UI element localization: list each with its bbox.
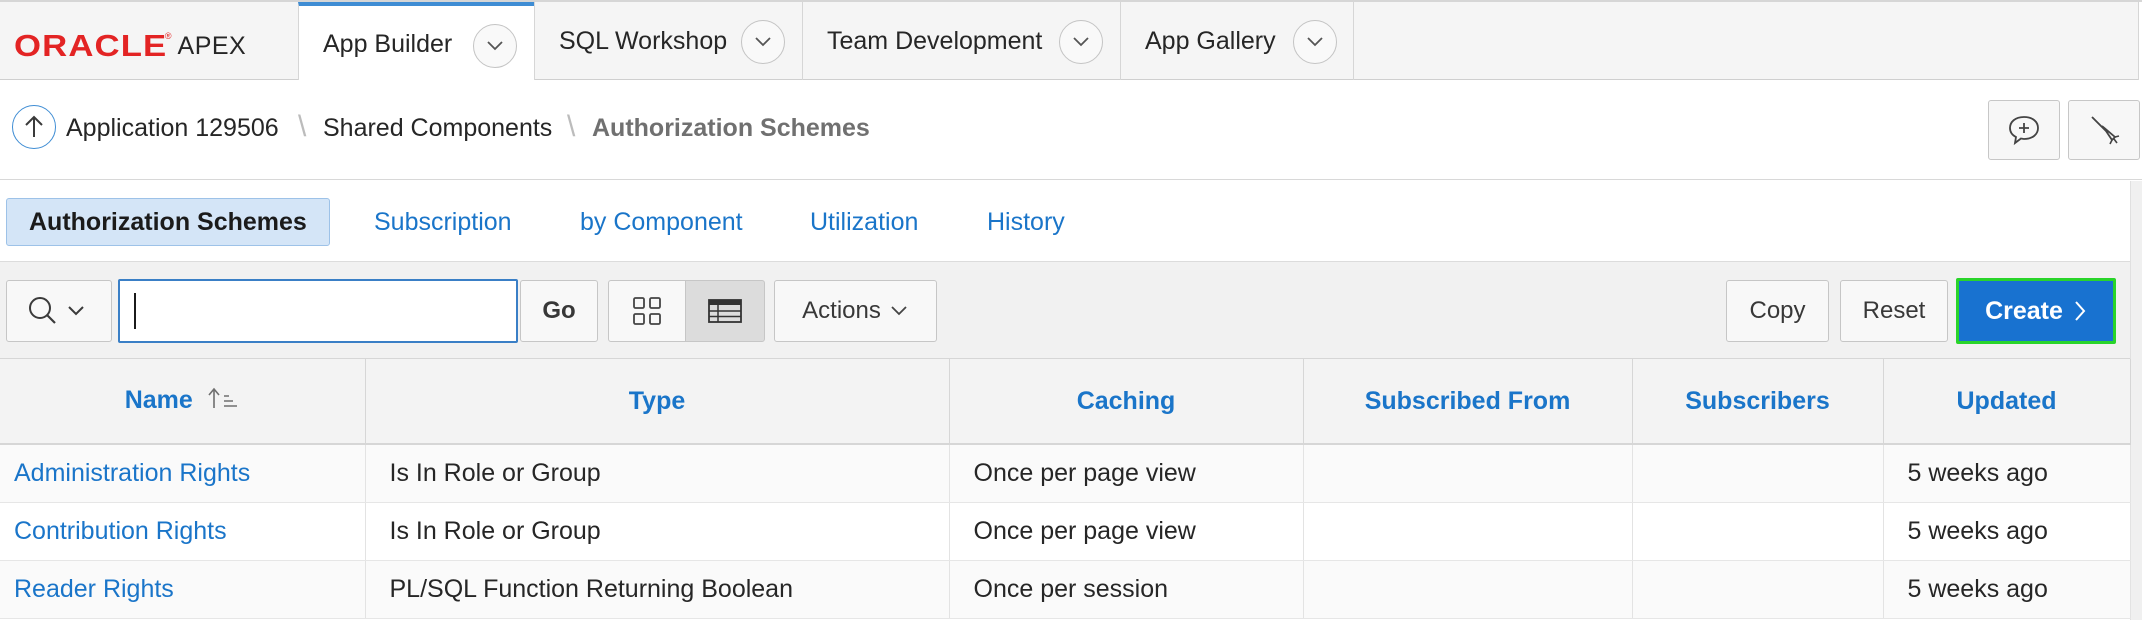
developer-toolbar-button[interactable] bbox=[2068, 100, 2140, 160]
feedback-icon bbox=[2009, 116, 2039, 146]
scheme-updated: 5 weeks ago bbox=[1883, 502, 2131, 561]
breadcrumb-separator: \ bbox=[298, 110, 307, 143]
tab-app-gallery[interactable]: App Gallery bbox=[1120, 2, 1354, 80]
column-header-subscribers[interactable]: Subscribers bbox=[1632, 359, 1884, 445]
sql-workshop-menu-chevron-icon[interactable] bbox=[741, 20, 785, 64]
view-icons-button[interactable] bbox=[608, 280, 686, 342]
view-report-button[interactable] bbox=[685, 280, 765, 342]
breadcrumb-shared-components[interactable]: Shared Components bbox=[323, 114, 552, 143]
scheme-updated: 5 weeks ago bbox=[1883, 444, 2131, 503]
scheme-caching: Once per page view bbox=[949, 444, 1304, 503]
copy-button[interactable]: Copy bbox=[1726, 280, 1829, 342]
broom-icon bbox=[2091, 116, 2120, 145]
tab-team-development-label: Team Development bbox=[827, 26, 1043, 55]
scheme-caching: Once per session bbox=[949, 560, 1304, 619]
navigate-up-icon[interactable] bbox=[12, 105, 56, 149]
chevron-down-icon bbox=[891, 306, 907, 316]
scheme-subscribed-from bbox=[1303, 502, 1633, 561]
top-navigation-bar: ORACLE ® APEX App Builder SQL Workshop T… bbox=[0, 0, 2142, 82]
scheme-subscribers bbox=[1632, 502, 1884, 561]
column-header-name-label: Name bbox=[124, 385, 193, 414]
oracle-apex-logo[interactable]: ORACLE ® APEX bbox=[14, 28, 247, 63]
vertical-scrollbar[interactable] bbox=[2130, 181, 2142, 620]
tab-app-builder[interactable]: App Builder bbox=[298, 2, 534, 82]
subtab-by-component[interactable]: by Component bbox=[558, 198, 765, 246]
scheme-name-link[interactable]: Administration Rights bbox=[0, 444, 366, 503]
tab-sql-workshop-label: SQL Workshop bbox=[559, 26, 728, 55]
breadcrumb-separator: \ bbox=[567, 110, 576, 143]
scheme-name-link[interactable]: Contribution Rights bbox=[0, 502, 366, 561]
page-subtabs: Authorization Schemes Subscription by Co… bbox=[0, 181, 2130, 261]
app-builder-menu-chevron-icon[interactable] bbox=[473, 24, 517, 68]
search-column-selector[interactable] bbox=[6, 280, 112, 342]
scheme-type: PL/SQL Function Returning Boolean bbox=[365, 560, 950, 619]
breadcrumb: Application 129506 \ Shared Components \… bbox=[0, 80, 2142, 180]
table-view-icon bbox=[708, 299, 742, 323]
team-development-menu-chevron-icon[interactable] bbox=[1059, 20, 1103, 64]
tab-app-builder-label: App Builder bbox=[323, 29, 453, 58]
table-row: Contribution Rights Is In Role or Group … bbox=[0, 502, 2131, 561]
apex-wordmark: APEX bbox=[177, 31, 247, 60]
scheme-caching: Once per page view bbox=[949, 502, 1304, 561]
breadcrumb-current-page: Authorization Schemes bbox=[592, 114, 870, 142]
app-gallery-menu-chevron-icon[interactable] bbox=[1293, 20, 1337, 64]
table-row: Administration Rights Is In Role or Grou… bbox=[0, 444, 2131, 503]
chevron-down-icon bbox=[68, 306, 84, 316]
sort-ascending-icon bbox=[206, 386, 240, 417]
tab-team-development[interactable]: Team Development bbox=[802, 2, 1120, 80]
grid-view-icon bbox=[633, 297, 661, 325]
create-label: Create bbox=[1985, 296, 2063, 325]
column-header-subscribed-from[interactable]: Subscribed From bbox=[1303, 359, 1633, 445]
scheme-subscribers bbox=[1632, 560, 1884, 619]
subtab-subscription[interactable]: Subscription bbox=[352, 198, 534, 246]
feedback-button[interactable] bbox=[1988, 100, 2060, 160]
scheme-type: Is In Role or Group bbox=[365, 502, 950, 561]
scheme-subscribed-from bbox=[1303, 444, 1633, 503]
tab-app-gallery-label: App Gallery bbox=[1145, 26, 1276, 55]
column-header-name[interactable]: Name bbox=[0, 359, 366, 445]
table-row: Reader Rights PL/SQL Function Returning … bbox=[0, 560, 2131, 619]
scheme-subscribed-from bbox=[1303, 560, 1633, 619]
subtab-utilization[interactable]: Utilization bbox=[788, 198, 940, 246]
breadcrumb-application[interactable]: Application 129506 bbox=[66, 114, 279, 143]
scheme-name-link[interactable]: Reader Rights bbox=[0, 560, 366, 619]
actions-label: Actions bbox=[802, 297, 881, 324]
go-button[interactable]: Go bbox=[520, 280, 598, 342]
actions-menu-button[interactable]: Actions bbox=[774, 280, 937, 342]
reset-button[interactable]: Reset bbox=[1840, 280, 1948, 342]
scheme-subscribers bbox=[1632, 444, 1884, 503]
topnav-edge bbox=[2138, 2, 2142, 82]
search-icon bbox=[29, 297, 56, 324]
column-header-type[interactable]: Type bbox=[365, 359, 950, 445]
scheme-type: Is In Role or Group bbox=[365, 444, 950, 503]
text-cursor bbox=[134, 293, 136, 329]
subtab-authorization-schemes[interactable]: Authorization Schemes bbox=[6, 198, 330, 246]
table-header-row: Name Type Caching Subscribed From Subscr… bbox=[0, 359, 2131, 445]
tab-sql-workshop[interactable]: SQL Workshop bbox=[534, 2, 802, 80]
search-input[interactable] bbox=[118, 279, 518, 343]
registered-mark: ® bbox=[164, 31, 172, 41]
oracle-wordmark: ORACLE bbox=[14, 28, 168, 63]
column-header-updated[interactable]: Updated bbox=[1883, 359, 2131, 445]
chevron-right-icon bbox=[2075, 301, 2086, 321]
scheme-updated: 5 weeks ago bbox=[1883, 560, 2131, 619]
column-header-caching[interactable]: Caching bbox=[949, 359, 1304, 445]
authorization-schemes-table: Name Type Caching Subscribed From Subscr… bbox=[0, 359, 2131, 619]
subtab-history[interactable]: History bbox=[965, 198, 1087, 246]
create-button[interactable]: Create bbox=[1956, 278, 2116, 344]
report-toolbar: Go Actions Copy Reset Create bbox=[0, 261, 2130, 359]
